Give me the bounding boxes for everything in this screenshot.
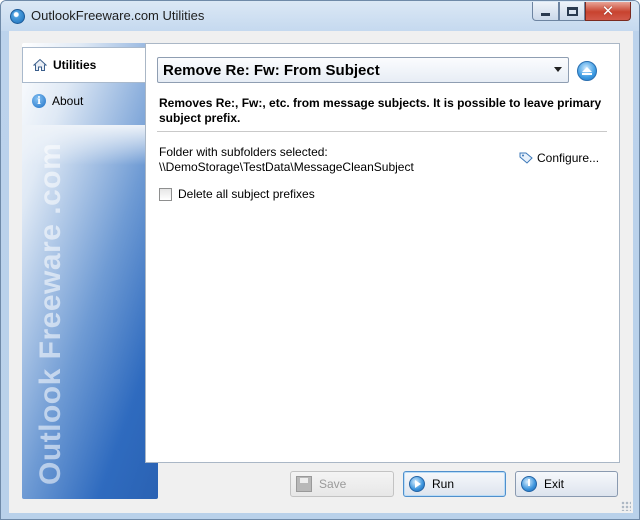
brand-watermark: Outlook Freeware .com: [34, 142, 67, 485]
tag-icon: [519, 152, 533, 164]
tab-about[interactable]: i About: [22, 83, 158, 119]
minimize-icon: [541, 12, 550, 16]
close-icon: ✕: [601, 3, 615, 20]
utility-select-value: Remove Re: Fw: From Subject: [163, 61, 380, 79]
eject-icon: [582, 66, 592, 76]
tab-utilities-label: Utilities: [53, 58, 97, 72]
app-window: OutlookFreeware.com Utilities ✕ Utilitie…: [0, 0, 640, 520]
save-icon: [296, 476, 312, 492]
info-icon: i: [32, 94, 46, 108]
maximize-button[interactable]: [559, 2, 585, 21]
folder-info: Folder with subfolders selected: \\DemoS…: [159, 145, 414, 175]
delete-prefixes-label: Delete all subject prefixes: [178, 187, 315, 201]
exit-button[interactable]: Exit: [515, 471, 618, 497]
client-area: Utilities i About Outlook Freeware .com …: [9, 31, 633, 513]
save-icon-wrap: [295, 475, 313, 493]
main-panel: Remove Re: Fw: From Subject Removes Re:,…: [145, 43, 620, 463]
delete-prefixes-checkbox[interactable]: [159, 187, 172, 201]
configure-label: Configure...: [537, 151, 600, 165]
title-bar[interactable]: OutlookFreeware.com Utilities ✕: [1, 1, 639, 31]
minimize-button[interactable]: [532, 2, 559, 21]
run-button[interactable]: Run: [403, 471, 506, 497]
utility-select[interactable]: Remove Re: Fw: From Subject: [157, 57, 569, 83]
close-button[interactable]: ✕: [585, 2, 631, 21]
utility-description: Removes Re:, Fw:, etc. from message subj…: [159, 96, 602, 125]
play-icon: [409, 476, 425, 492]
exit-label: Exit: [544, 477, 565, 491]
divider: [157, 131, 607, 132]
tab-about-label: About: [52, 94, 84, 108]
run-label: Run: [432, 477, 455, 491]
tab-utilities[interactable]: Utilities: [22, 47, 158, 83]
configure-link[interactable]: Configure...: [519, 151, 599, 165]
exit-icon-wrap: [520, 475, 538, 493]
resize-grip[interactable]: [621, 501, 631, 511]
folder-label: Folder with subfolders selected:: [159, 145, 328, 159]
app-icon: [10, 9, 25, 24]
run-icon-wrap: [408, 475, 426, 493]
eject-button[interactable]: [577, 61, 597, 81]
window-title: OutlookFreeware.com Utilities: [31, 8, 205, 23]
power-icon: [521, 476, 537, 492]
save-label: Save: [319, 477, 347, 491]
maximize-icon: [566, 6, 578, 16]
sidebar: Utilities i About Outlook Freeware .com: [22, 43, 158, 499]
folder-path: \\DemoStorage\TestData\MessageCleanSubje…: [159, 160, 414, 174]
save-button[interactable]: Save: [290, 471, 394, 497]
delete-prefixes-option[interactable]: Delete all subject prefixes: [159, 187, 315, 201]
chevron-down-icon: [554, 67, 562, 72]
home-icon: [33, 58, 47, 72]
